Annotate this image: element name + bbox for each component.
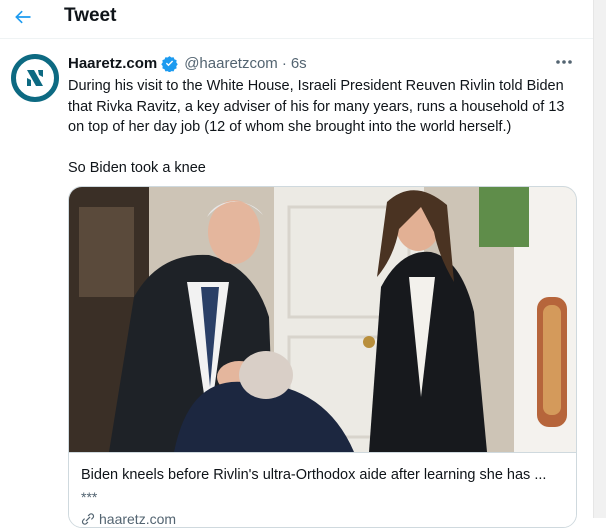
more-options-button[interactable] [551, 52, 577, 72]
link-preview-card[interactable]: Biden kneels before Rivlin's ultra-Ortho… [68, 186, 577, 528]
arrow-left-icon [15, 10, 31, 24]
back-button[interactable] [8, 2, 38, 32]
card-title[interactable]: Biden kneels before Rivlin's ultra-Ortho… [81, 467, 546, 483]
tweet-header: Tweet [0, 0, 594, 39]
card-domain[interactable]: haaretz.com [81, 511, 176, 527]
author-handle[interactable]: @haaretzcom [184, 55, 278, 72]
verified-badge-icon [161, 55, 178, 72]
card-description: *** [81, 489, 98, 505]
card-info[interactable]: Biden kneels before Rivlin's ultra-Ortho… [69, 452, 576, 527]
page-title: Tweet [64, 5, 117, 26]
tweet-paragraph: So Biden took a knee [68, 159, 206, 176]
haaretz-logo-icon [27, 70, 43, 86]
separator-dot: · [281, 55, 287, 72]
link-icon [81, 513, 95, 525]
card-image[interactable] [69, 187, 576, 452]
scrollbar[interactable] [593, 0, 606, 518]
more-horizontal-icon [556, 60, 572, 64]
card-domain-text: haaretz.com [99, 511, 177, 527]
avatar[interactable] [11, 54, 59, 102]
author-display-name[interactable]: Haaretz.com [68, 55, 157, 72]
tweet-text: During his visit to the White House, Isr… [68, 76, 583, 178]
tweet-timestamp[interactable]: 6s [291, 55, 307, 72]
tweet-author-row: Haaretz.com @haaretzcom · 6s [68, 55, 307, 72]
tweet-paragraph: During his visit to the White House, Isr… [68, 78, 565, 135]
